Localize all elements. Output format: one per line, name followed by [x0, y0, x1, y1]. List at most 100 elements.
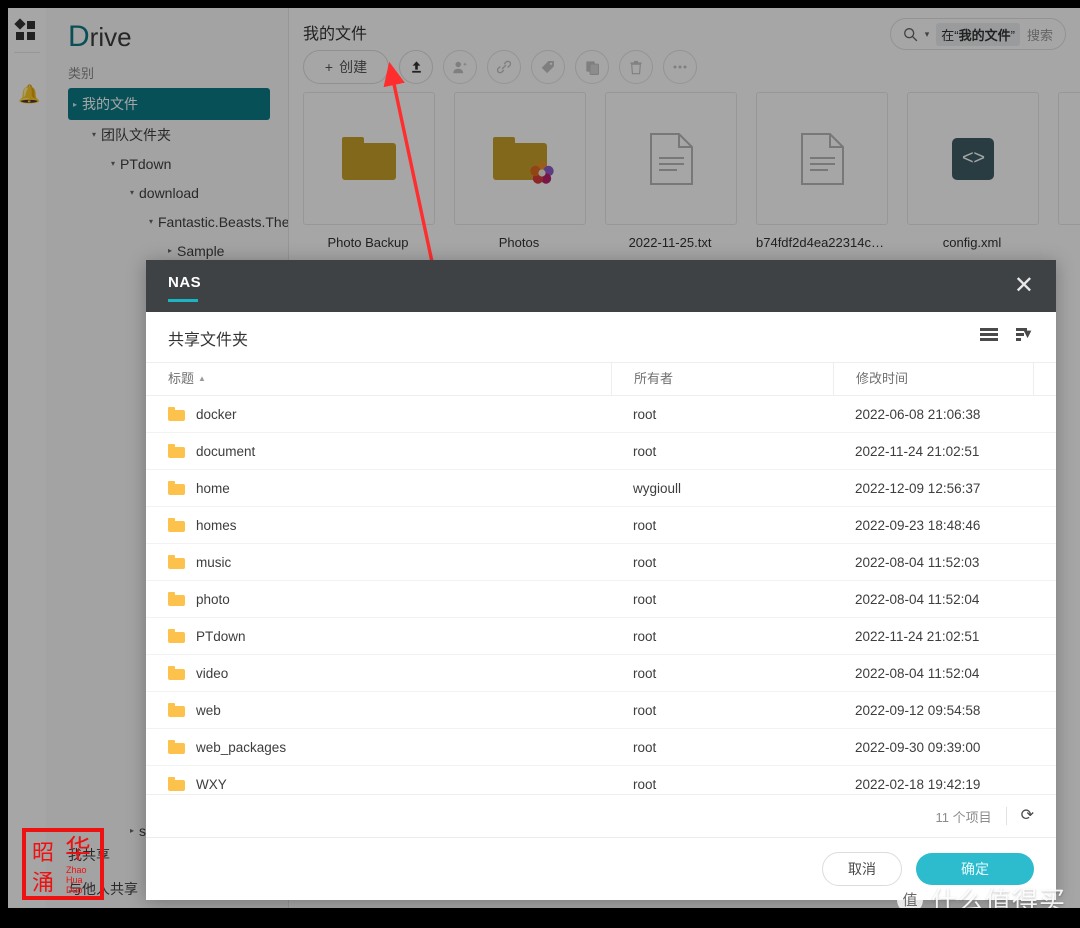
- row-name-cell: video: [146, 666, 611, 681]
- search-scope-prefix: 在: [941, 27, 955, 43]
- grid-icon[interactable]: [14, 18, 38, 42]
- file-card-label: b74fdf2d4ea22314c9…: [756, 235, 886, 250]
- sidebar-tree-item[interactable]: ▾ Fantastic.Beasts.The: [46, 207, 288, 236]
- chevron-right-icon[interactable]: ▸: [125, 826, 139, 835]
- delete-button[interactable]: [619, 50, 653, 84]
- confirm-button[interactable]: 确定: [916, 853, 1034, 885]
- tag-button[interactable]: [531, 50, 565, 84]
- folder-icon: [342, 137, 396, 180]
- drive-logo-d: D: [68, 20, 90, 53]
- file-card-label: Photos: [498, 235, 540, 250]
- column-header-title[interactable]: 标题 ▲: [146, 363, 611, 395]
- row-folder-name: home: [196, 480, 230, 496]
- sort-icon[interactable]: ▼: [1016, 326, 1034, 342]
- search-box[interactable]: ▾ 在“我的文件” 搜索: [889, 18, 1066, 50]
- file-card[interactable]: Photos: [454, 92, 586, 250]
- file-card-thumbnail: [605, 92, 737, 225]
- sidebar-tree-item[interactable]: ▾ 团队文件夹: [46, 120, 288, 149]
- file-card[interactable]: b74fdf2d4ea22314c9…: [756, 92, 888, 250]
- item-count: 11 个项目: [935, 809, 992, 825]
- folder-icon: [168, 444, 185, 458]
- sidebar-tree-item-label: PTdown: [120, 155, 172, 172]
- screenshot-root: 🔔 Drive 类别 ▸ 我的文件 ▾ 团队文件夹 ▾ PTdown ▾ download ▾ F…: [0, 0, 1080, 928]
- folder-icon: [168, 666, 185, 680]
- dialog-tab-nas[interactable]: NAS: [168, 274, 201, 291]
- upload-icon: [411, 60, 421, 73]
- table-row[interactable]: music root 2022-08-04 11:52:03: [146, 544, 1056, 581]
- dialog-subbar: 共享文件夹 ▼: [146, 312, 1056, 362]
- row-folder-name: WXY: [196, 776, 227, 792]
- sidebar-tree-item[interactable]: ▾ download: [46, 178, 288, 207]
- category-label: 类别: [68, 66, 95, 81]
- table-row[interactable]: photo root 2022-08-04 11:52:04: [146, 581, 1056, 618]
- table-row[interactable]: web root 2022-09-12 09:54:58: [146, 692, 1056, 729]
- bell-icon[interactable]: 🔔: [18, 83, 40, 105]
- table-row[interactable]: document root 2022-11-24 21:02:51: [146, 433, 1056, 470]
- table-row[interactable]: WXY root 2022-02-18 19:42:19: [146, 766, 1056, 794]
- folder-icon: [168, 629, 185, 643]
- file-card[interactable]: [1058, 92, 1080, 250]
- table-row[interactable]: docker root 2022-06-08 21:06:38: [146, 396, 1056, 433]
- copy-button[interactable]: [575, 50, 609, 84]
- row-owner: root: [633, 665, 657, 681]
- search-scope-value: 我的文件: [958, 27, 1011, 43]
- more-button[interactable]: [663, 50, 697, 84]
- row-name-cell: WXY: [146, 777, 611, 792]
- search-icon: [903, 27, 917, 41]
- column-header-mtime[interactable]: 修改时间: [833, 363, 1033, 395]
- search-scope-chip[interactable]: 在“我的文件”: [936, 22, 1020, 46]
- chevron-down-icon[interactable]: ▾: [925, 29, 930, 40]
- file-card[interactable]: < > config.xml: [907, 92, 1039, 250]
- file-card-grid: Photo Backup Photos 2022-11-25.txt b74fdf2d…: [303, 92, 1080, 250]
- row-name-cell: home: [146, 481, 611, 496]
- sort-asc-caret: ▲: [198, 374, 206, 383]
- column-header-title-label: 标题: [168, 371, 195, 386]
- text-document-icon: [800, 132, 844, 185]
- photos-badge-icon: [530, 161, 554, 184]
- share-user-button[interactable]: [443, 50, 477, 84]
- copy-icon: [585, 60, 599, 75]
- chevron-down-icon[interactable]: ▾: [87, 130, 101, 139]
- chevron-down-icon[interactable]: ▾: [125, 188, 139, 197]
- sidebar-share-item-label: 我共享: [68, 847, 110, 863]
- drive-logo: Drive: [68, 20, 132, 54]
- refresh-icon[interactable]: ⟳: [1005, 807, 1034, 825]
- search-input[interactable]: 搜索: [1027, 25, 1053, 44]
- chevron-down-icon[interactable]: ▾: [144, 217, 158, 226]
- row-owner: root: [633, 554, 657, 570]
- list-view-icon[interactable]: [980, 326, 998, 342]
- table-row[interactable]: PTdown root 2022-11-24 21:02:51: [146, 618, 1056, 655]
- sidebar-tree-item[interactable]: ▸ 我的文件: [68, 88, 270, 120]
- column-header-owner[interactable]: 所有者: [611, 363, 833, 395]
- table-header-row: 标题 ▲ 所有者 修改时间: [146, 362, 1056, 396]
- file-card[interactable]: Photo Backup: [303, 92, 435, 250]
- toolbar: + 创建: [303, 50, 697, 84]
- table-row[interactable]: video root 2022-08-04 11:52:04: [146, 655, 1056, 692]
- dialog-tab-underline: [168, 299, 198, 302]
- row-owner: root: [633, 776, 657, 792]
- row-owner: root: [633, 406, 657, 422]
- file-card[interactable]: 2022-11-25.txt: [605, 92, 737, 250]
- dialog-actions: 取消 确定: [146, 837, 1056, 900]
- create-button[interactable]: + 创建: [303, 50, 389, 84]
- upload-button[interactable]: [399, 50, 433, 84]
- link-button[interactable]: [487, 50, 521, 84]
- row-folder-name: PTdown: [196, 628, 246, 644]
- nas-dialog: NAS ✕ 共享文件夹 ▼ 标题 ▲ 所有者 修改时间 docker root 202…: [146, 260, 1056, 900]
- row-name-cell: web_packages: [146, 740, 611, 755]
- sidebar-tree-item[interactable]: ▾ PTdown: [46, 149, 288, 178]
- table-row[interactable]: web_packages root 2022-09-30 09:39:00: [146, 729, 1056, 766]
- file-card-label: Photo Backup: [327, 235, 409, 250]
- row-owner: root: [633, 702, 657, 718]
- folder-icon: [168, 740, 185, 754]
- table-footer: 11 个项目 ⟳: [146, 794, 1056, 837]
- row-folder-name: docker: [196, 406, 237, 422]
- table-row[interactable]: homes root 2022-09-23 18:48:46: [146, 507, 1056, 544]
- chevron-down-icon[interactable]: ▾: [106, 159, 120, 168]
- close-icon[interactable]: ✕: [1014, 272, 1034, 300]
- chevron-right-icon[interactable]: ▸: [163, 246, 177, 255]
- cancel-button[interactable]: 取消: [822, 852, 902, 886]
- table-row[interactable]: home wygioull 2022-12-09 12:56:37: [146, 470, 1056, 507]
- file-card-thumbnail: [303, 92, 435, 225]
- chevron-right-icon[interactable]: ▸: [68, 100, 82, 109]
